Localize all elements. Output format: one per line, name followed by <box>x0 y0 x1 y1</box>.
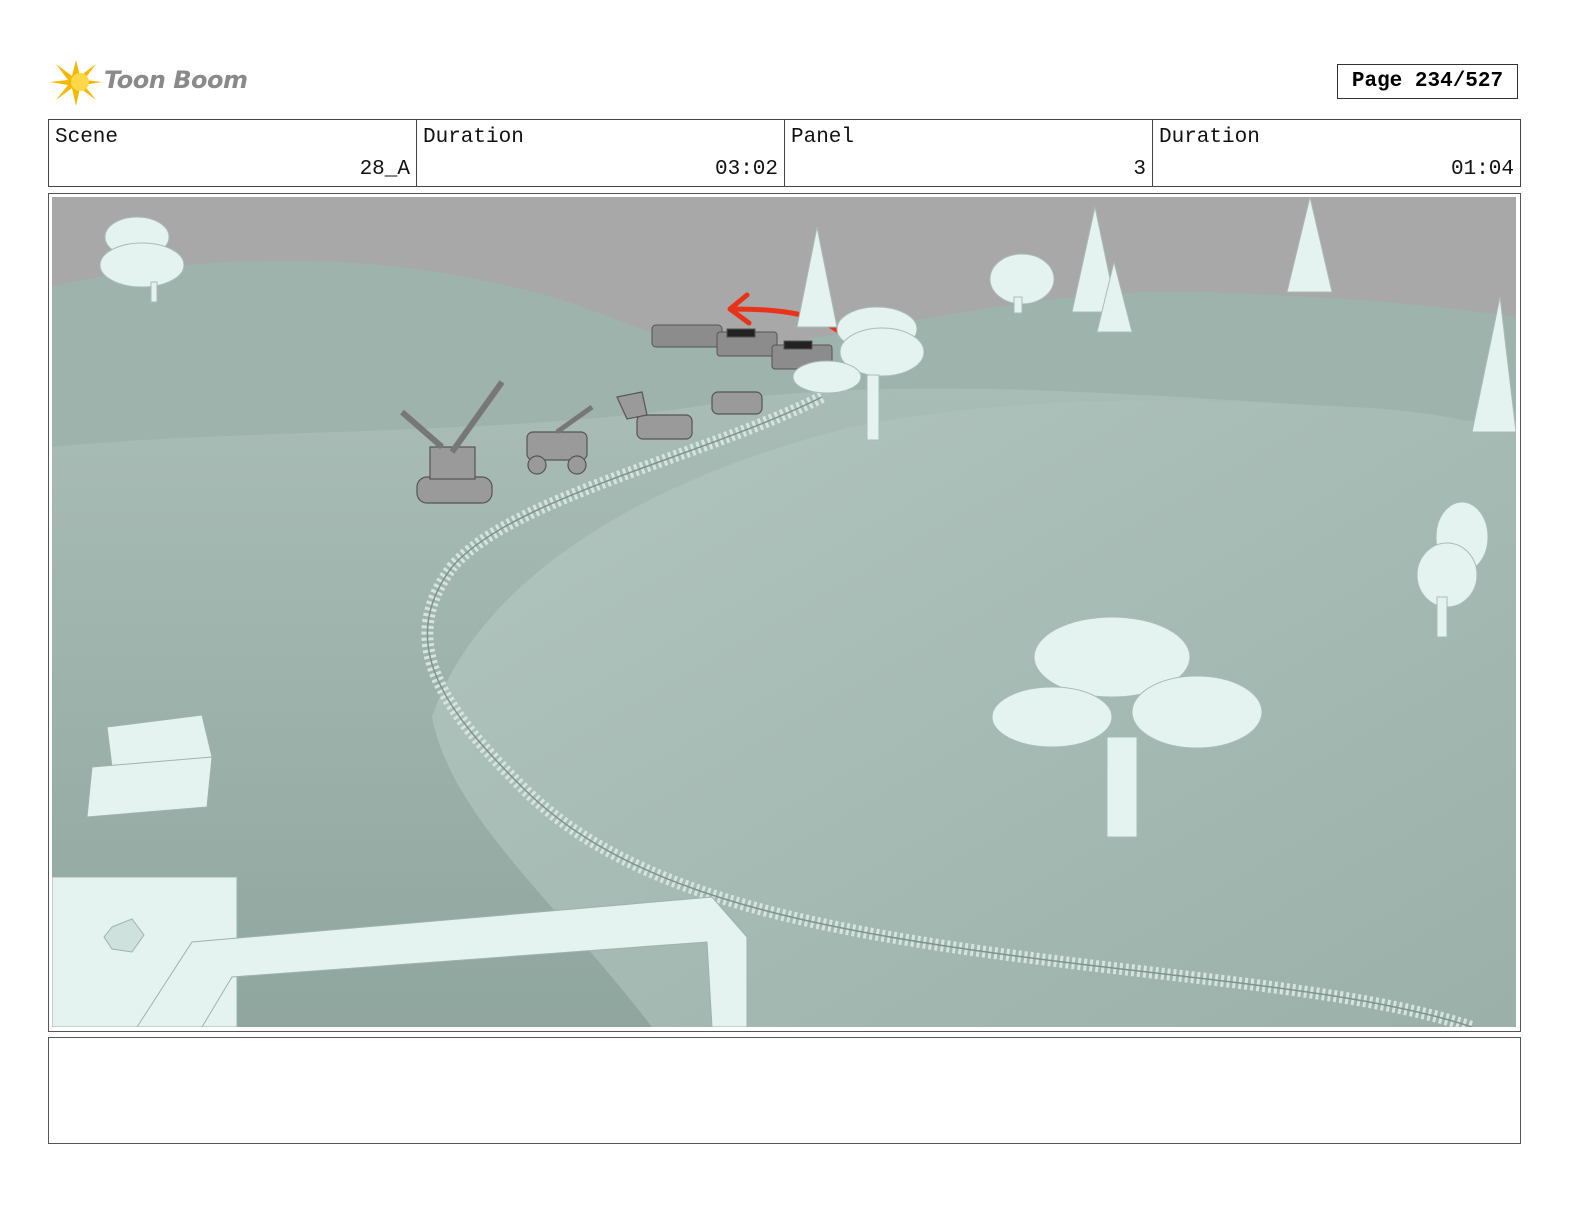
scene-duration-label: Duration <box>423 126 524 149</box>
panel-value: 3 <box>1133 158 1146 181</box>
storyboard-panel <box>48 193 1521 1032</box>
panel-cell: Panel 3 <box>785 120 1153 186</box>
panel-label: Panel <box>791 126 855 149</box>
scene-duration-cell: Duration 03:02 <box>417 120 785 186</box>
panel-duration-value: 01:04 <box>1450 158 1514 181</box>
panel-duration-label: Duration <box>1159 126 1260 149</box>
panel-duration-cell: Duration 01:04 <box>1153 120 1520 186</box>
page-number: Page 234/527 <box>1337 64 1518 99</box>
toon-boom-logo: Toon Boom <box>50 56 250 108</box>
panel-artwork <box>52 197 1516 1027</box>
scene-cell: Scene 28_A <box>49 120 417 186</box>
sunburst-icon <box>50 60 102 106</box>
scene-illustration <box>52 197 1516 1027</box>
scene-duration-value: 03:02 <box>714 158 778 181</box>
scene-label: Scene <box>55 126 119 149</box>
loader-vehicle <box>711 391 763 415</box>
scene-value: 28_A <box>359 158 410 181</box>
logo-text: Toon Boom <box>104 66 248 94</box>
panel-notes <box>48 1037 1521 1144</box>
panel-info-table: Scene 28_A Duration 03:02 Panel 3 Durati… <box>48 119 1521 187</box>
